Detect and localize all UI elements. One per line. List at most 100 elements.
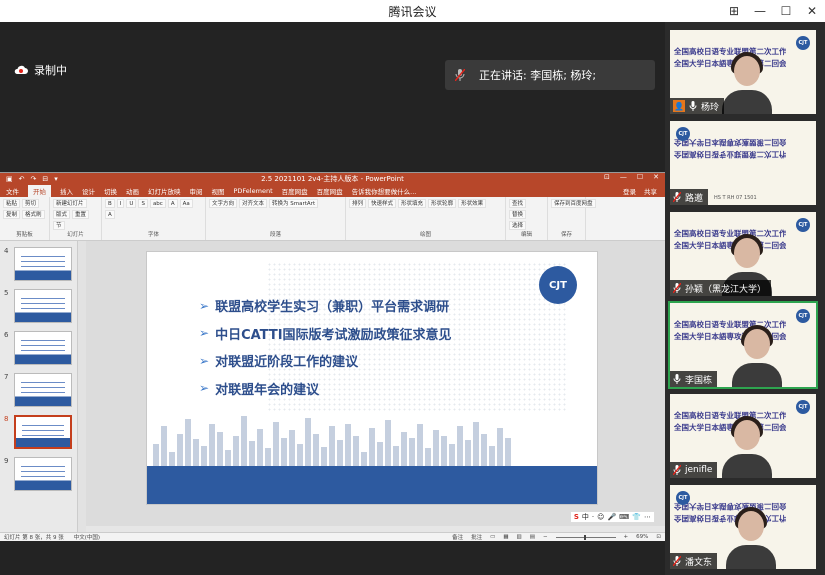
zoom-level[interactable]: 69% xyxy=(636,534,648,540)
ribbon-command[interactable]: Aa xyxy=(179,199,193,208)
ribbon-command[interactable]: 排列 xyxy=(349,199,367,208)
zoom-in-button[interactable]: + xyxy=(624,534,629,540)
ime-button[interactable]: · xyxy=(592,513,594,521)
participant-name: 杨玲 xyxy=(701,102,720,113)
ribbon-command[interactable]: 复制 xyxy=(3,210,21,219)
ribbon-command[interactable]: 重置 xyxy=(72,210,90,219)
normal-view-icon[interactable]: ▭ xyxy=(490,534,495,540)
ppt-tab-6[interactable]: 幻灯片放映 xyxy=(148,186,181,196)
ribbon-command[interactable]: 文字方向 xyxy=(209,199,238,208)
ribbon-command[interactable]: 快速样式 xyxy=(368,199,397,208)
ppt-tab-5[interactable]: 动画 xyxy=(126,186,139,196)
slide-thumbnail[interactable]: 4 xyxy=(4,247,76,283)
ppt-close-button[interactable]: ✕ xyxy=(653,173,659,181)
ribbon-command[interactable]: 新建幻灯片 xyxy=(53,199,87,208)
ppt-ribbon-display-icon[interactable]: ⊡ xyxy=(604,173,610,181)
ppt-signin-link[interactable]: 登录 xyxy=(623,186,636,196)
ribbon-command[interactable]: B xyxy=(105,199,115,208)
participant-video-tile[interactable]: 全国高校日语专业联盟第二次工作会议全国大学日本語専攻連盟第二回会議CJT👤杨玲 xyxy=(670,30,816,114)
ribbon-command[interactable]: 节 xyxy=(53,221,65,230)
bullet-arrow-icon: ➢ xyxy=(199,353,210,368)
slide-thumbnail[interactable]: 5 xyxy=(4,289,76,325)
ppt-tab-11[interactable]: 百度网盘 xyxy=(317,186,343,196)
slide-thumbnail[interactable]: 6 xyxy=(4,331,76,367)
maximize-button[interactable]: ☐ xyxy=(773,0,799,22)
ppt-tab-7[interactable]: 审阅 xyxy=(190,186,203,196)
ppt-tab-2[interactable]: 插入 xyxy=(60,186,73,196)
minimize-button[interactable]: — xyxy=(747,0,773,22)
slide-thumbnails-pane[interactable]: 4 5 6 7 8 9 xyxy=(0,241,78,533)
ribbon-group-name: 绘图 xyxy=(419,232,431,238)
slide-number: 4 xyxy=(4,247,9,255)
ribbon-command[interactable]: 剪切 xyxy=(22,199,40,208)
ime-toolbar[interactable]: S 中 · ☺ 🎤 ⌨ 👕 ⋯ xyxy=(569,511,655,523)
ime-button[interactable]: ☺ xyxy=(597,513,604,521)
ribbon-command[interactable]: 形状填充 xyxy=(398,199,427,208)
slide-thumbnail-image xyxy=(14,289,72,323)
ppt-tab-4[interactable]: 切换 xyxy=(104,186,117,196)
slide-thumbnail[interactable]: 9 xyxy=(4,457,76,493)
slideshow-view-icon[interactable]: ▤ xyxy=(530,534,535,540)
ppt-save-icon[interactable]: ▣ xyxy=(6,175,13,183)
ppt-share-button[interactable]: 共享 xyxy=(644,186,657,196)
ribbon-command[interactable]: S xyxy=(138,199,148,208)
ime-button[interactable]: 👕 xyxy=(632,513,641,521)
slide-thumbnail[interactable]: 8 xyxy=(4,415,76,451)
ribbon-command[interactable]: abc xyxy=(149,199,166,208)
ppt-tab-10[interactable]: 百度网盘 xyxy=(282,186,308,196)
sorter-view-icon[interactable]: ▦ xyxy=(503,534,508,540)
ribbon-command[interactable]: 保存到百度网盘 xyxy=(551,199,596,208)
ribbon-command[interactable]: 选择 xyxy=(509,221,527,230)
ime-button[interactable]: ⌨ xyxy=(619,513,629,521)
layout-icon[interactable]: ⊞ xyxy=(721,0,747,22)
ppt-minimize-button[interactable]: — xyxy=(620,173,627,181)
ribbon-command[interactable]: 查找 xyxy=(509,199,527,208)
ppt-tab-0[interactable]: 文件 xyxy=(6,186,19,196)
participant-video-tile[interactable]: 全国高校日语专业联盟第二次工作会议全国大学日本語専攻連盟第二回会議CJT孙颖（黑… xyxy=(670,212,816,296)
microphone-icon xyxy=(455,69,465,81)
ppt-customize-icon[interactable]: ▾ xyxy=(54,175,58,183)
slide-thumbnail[interactable]: 7 xyxy=(4,373,76,409)
ppt-undo-icon[interactable]: ↶ xyxy=(19,175,25,183)
ribbon-command[interactable]: A xyxy=(167,199,178,208)
ribbon-command[interactable]: I xyxy=(116,199,125,208)
ribbon-command[interactable]: 版式 xyxy=(53,210,71,219)
participant-video-tile[interactable]: 全国高校日语专业联盟第二次工作会议全国大学日本語専攻連盟第二回会議CJT HS T… xyxy=(670,121,816,205)
ribbon-group-items: 保存到百度网盘 xyxy=(551,199,596,230)
participant-video-tile[interactable]: 全国高校日语专业联盟第二次工作会议全国大学日本語専攻連盟第二回会議CJT李国栋 xyxy=(668,301,818,389)
thumbnail-scrollbar[interactable] xyxy=(78,241,86,533)
recording-indicator[interactable]: 录制中 xyxy=(14,62,67,78)
fit-slide-icon[interactable]: ⊡ xyxy=(656,534,661,540)
ribbon-command[interactable]: 形状效果 xyxy=(458,199,487,208)
ime-button[interactable]: S xyxy=(574,513,579,521)
comments-button[interactable]: 批注 xyxy=(471,533,482,541)
ribbon-command[interactable]: U xyxy=(126,199,137,208)
ppt-start-icon[interactable]: ⊟ xyxy=(42,175,48,183)
ribbon-command[interactable]: 对齐文本 xyxy=(239,199,268,208)
zoom-out-button[interactable]: − xyxy=(543,534,548,540)
participant-video-tile[interactable]: 全国高校日语专业联盟第二次工作会议全国大学日本語専攻連盟第二回会議CJTjeni… xyxy=(670,394,816,478)
reading-view-icon[interactable]: ▥ xyxy=(517,534,522,540)
ribbon-command[interactable]: 格式刷 xyxy=(22,210,45,219)
notes-button[interactable]: 备注 xyxy=(452,533,463,541)
close-button[interactable]: ✕ xyxy=(799,0,825,22)
ppt-redo-icon[interactable]: ↷ xyxy=(31,175,37,183)
ribbon-command[interactable]: 转换为 SmartArt xyxy=(269,199,319,208)
ppt-tab-3[interactable]: 设计 xyxy=(82,186,95,196)
ppt-maximize-button[interactable]: ☐ xyxy=(637,173,643,181)
ppt-tab-1[interactable]: 开始 xyxy=(28,185,51,197)
ime-button[interactable]: 中 xyxy=(582,512,589,522)
ribbon-command[interactable]: 粘贴 xyxy=(3,199,21,208)
ribbon-command[interactable]: A xyxy=(105,210,115,219)
ppt-tab-9[interactable]: PDFelement xyxy=(234,187,273,195)
ribbon-command[interactable]: 形状轮廓 xyxy=(428,199,457,208)
ime-button[interactable]: 🎤 xyxy=(607,513,616,521)
ribbon-command[interactable]: 替换 xyxy=(509,210,527,219)
current-slide[interactable]: ➢ 联盟高校学生实习（兼职）平台需求调研 ➢ 中日CATTI国际版考试激励政策征求意见… xyxy=(146,251,598,505)
ppt-tab-12[interactable]: 告诉我你想要做什么... xyxy=(352,186,417,196)
ime-button[interactable]: ⋯ xyxy=(644,513,651,521)
ppt-tab-8[interactable]: 视图 xyxy=(212,186,225,196)
participant-video-tile[interactable]: 全国高校日语专业联盟第二次工作会议全国大学日本語専攻連盟第二回会議CJT潘文东 xyxy=(670,485,816,569)
zoom-slider[interactable] xyxy=(555,534,616,540)
language-status[interactable]: 中文(中国) xyxy=(74,533,100,541)
